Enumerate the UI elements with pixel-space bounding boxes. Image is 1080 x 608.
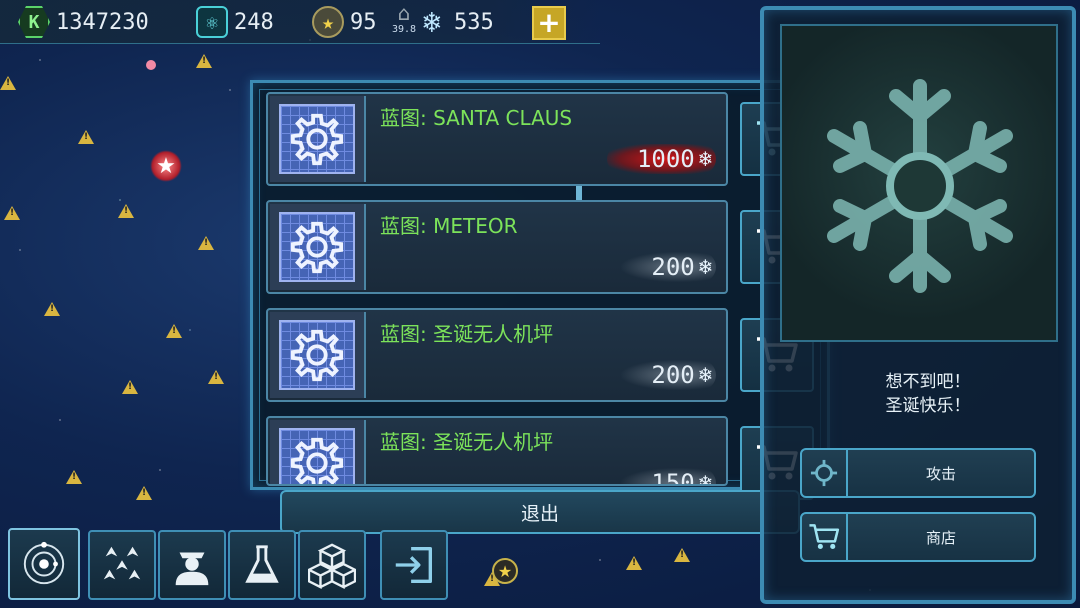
fleet-button[interactable] bbox=[88, 530, 156, 600]
hazard-marker-icon bbox=[626, 556, 642, 570]
item-title: 蓝图: SANTA CLAUS bbox=[380, 106, 573, 130]
greeting-line-2: 圣诞快乐！ bbox=[885, 396, 971, 416]
price-value: 150 bbox=[651, 469, 695, 486]
exit-button[interactable]: 退出 bbox=[280, 490, 800, 534]
credits-hex-icon: K bbox=[18, 6, 50, 38]
exit-arrow-icon bbox=[395, 547, 432, 583]
item-price: 1000 ❄ bbox=[606, 144, 716, 174]
gear-blueprint-icon bbox=[290, 437, 344, 484]
snowflake-portrait bbox=[780, 24, 1058, 342]
hazard-marker-icon bbox=[166, 324, 182, 338]
item-title: 蓝图: 圣诞无人机坪 bbox=[380, 322, 554, 346]
blueprint-icon bbox=[279, 428, 355, 484]
attack-button[interactable]: 攻击 bbox=[800, 448, 1036, 498]
atom-canister-icon: ⚛ bbox=[196, 6, 228, 38]
price-value: 200 bbox=[651, 253, 695, 281]
commander-button[interactable] bbox=[158, 530, 226, 600]
item-title: 蓝图: 圣诞无人机坪 bbox=[380, 430, 554, 454]
shop-item: 蓝图: SANTA CLAUS 1000 ❄ bbox=[266, 92, 728, 186]
shop-item: 蓝图: METEOR 200 ❄ bbox=[266, 200, 728, 294]
hazard-marker-icon bbox=[4, 206, 20, 220]
hazard-marker-icon bbox=[0, 76, 16, 90]
gear-blueprint-icon bbox=[290, 329, 344, 382]
snowflakes-value: 535 bbox=[454, 9, 494, 35]
item-thumbnail bbox=[270, 312, 366, 398]
hazard-marker-icon bbox=[136, 486, 152, 500]
item-thumbnail bbox=[270, 96, 366, 182]
hazard-marker-icon bbox=[118, 204, 134, 218]
logout-button[interactable] bbox=[380, 530, 448, 600]
credits-value: 1347230 bbox=[56, 9, 149, 35]
item-thumbnail bbox=[270, 204, 366, 290]
shopping-cart-icon bbox=[802, 514, 848, 560]
blueprint-icon bbox=[279, 212, 355, 282]
atoms-counter: ⚛ 248 bbox=[196, 6, 274, 38]
price-value: 200 bbox=[651, 361, 695, 389]
snowflakes-counter: ❄ 535 bbox=[416, 4, 494, 40]
blueprint-icon bbox=[279, 104, 355, 174]
commander-icon bbox=[175, 552, 209, 586]
hazard-marker-icon bbox=[66, 470, 82, 484]
stars-value: 95 bbox=[350, 9, 377, 35]
snowflake-icon: ❄ bbox=[698, 146, 712, 172]
item-price: 150 ❄ bbox=[621, 468, 716, 486]
hazard-marker-icon bbox=[198, 236, 214, 250]
shop-item: 蓝图: 圣诞无人机坪 200 ❄ bbox=[266, 308, 728, 402]
credits-counter: K 1347230 bbox=[18, 6, 149, 38]
snowflake-icon: ❄ bbox=[698, 254, 712, 280]
greeting-line-1: 想不到吧！ bbox=[885, 372, 971, 392]
map-planet-dot[interactable] bbox=[146, 60, 156, 70]
flask-icon bbox=[245, 545, 279, 583]
map-red-star-icon[interactable]: ★ bbox=[150, 150, 182, 182]
price-value: 1000 bbox=[636, 145, 695, 173]
stars-counter: ★ 95 bbox=[312, 6, 377, 38]
store-label: 商店 bbox=[925, 528, 956, 547]
hazard-marker-icon bbox=[78, 130, 94, 144]
hazard-marker-icon bbox=[196, 54, 212, 68]
star-medal-icon: ★ bbox=[312, 6, 344, 38]
add-currency-button[interactable]: + bbox=[532, 6, 566, 40]
hazard-marker-icon bbox=[208, 370, 224, 384]
item-price: 200 ❄ bbox=[621, 360, 716, 390]
blueprint-icon bbox=[279, 320, 355, 390]
gear-blueprint-icon bbox=[290, 113, 344, 166]
snowflake-icon: ❄ bbox=[422, 4, 442, 40]
attack-label: 攻击 bbox=[925, 464, 956, 483]
shop-item: 蓝图: 圣诞无人机坪 150 ❄ bbox=[266, 416, 728, 486]
item-title: 蓝图: METEOR bbox=[380, 214, 518, 238]
research-button[interactable] bbox=[228, 530, 296, 600]
store-button[interactable]: 商店 bbox=[800, 512, 1036, 562]
hazard-marker-icon bbox=[674, 548, 690, 562]
snowflake-icon: ❄ bbox=[698, 470, 712, 486]
snowflake-icon: ❄ bbox=[698, 362, 712, 388]
inventory-button[interactable] bbox=[298, 530, 366, 600]
crosshair-icon bbox=[802, 450, 848, 496]
gear-blueprint-icon bbox=[290, 221, 344, 274]
map-star-medal-icon[interactable]: ★ bbox=[492, 558, 518, 584]
solar-system-button[interactable] bbox=[8, 528, 80, 600]
solar-system-icon bbox=[23, 541, 65, 585]
atoms-value: 248 bbox=[234, 9, 274, 35]
hazard-marker-icon bbox=[122, 380, 138, 394]
fleet-ships-icon bbox=[103, 546, 141, 580]
snowflake-icon bbox=[827, 79, 1013, 293]
hazard-marker-icon bbox=[44, 302, 60, 316]
item-thumbnail bbox=[270, 420, 366, 484]
cubes-icon bbox=[308, 543, 356, 589]
greeting-message: 想不到吧！ 圣诞快乐！ bbox=[800, 358, 1056, 428]
item-price: 200 ❄ bbox=[621, 252, 716, 282]
